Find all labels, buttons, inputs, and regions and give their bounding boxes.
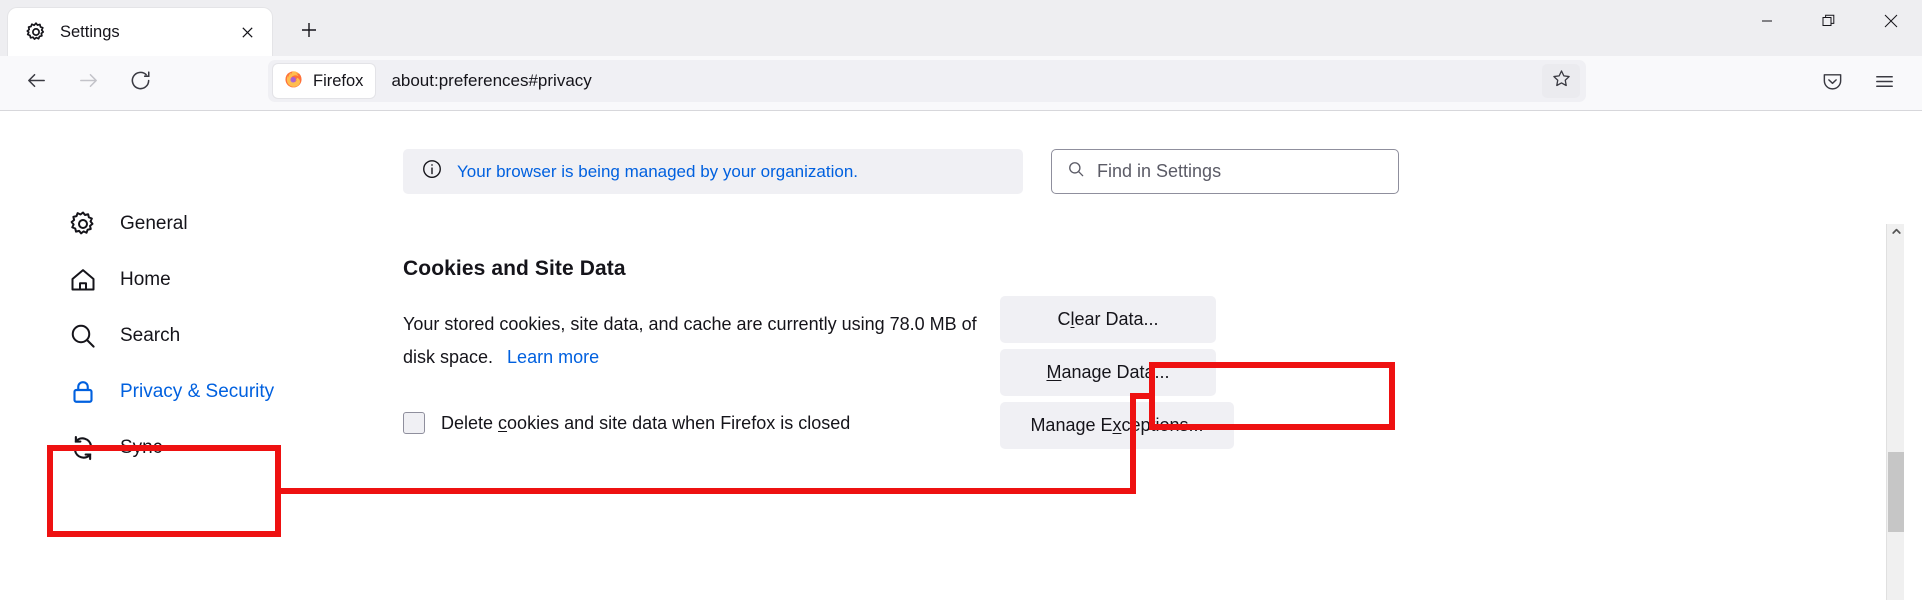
- close-icon: [1884, 14, 1898, 33]
- clear-data-button[interactable]: Clear Data...: [1000, 296, 1216, 343]
- identity-label: Firefox: [313, 72, 363, 91]
- label-suffix: ookies and site data when Firefox is clo…: [507, 413, 850, 433]
- sidebar-item-label: Home: [120, 269, 171, 291]
- pocket-icon: [1821, 70, 1844, 98]
- button-accesskey: x: [1113, 415, 1122, 436]
- button-label-suffix: ceptions...: [1122, 415, 1204, 436]
- learn-more-link[interactable]: Learn more: [507, 347, 599, 367]
- restore-icon: [1822, 14, 1836, 33]
- close-button[interactable]: [1860, 0, 1922, 46]
- button-label-suffix: ear Data...: [1074, 309, 1158, 330]
- sidebar-item-privacy-security[interactable]: Privacy & Security: [60, 364, 340, 420]
- sidebar-item-label: General: [120, 213, 188, 235]
- identity-chip[interactable]: Firefox: [273, 64, 375, 98]
- section-buttons: Clear Data... Manage Data... Manage Exce…: [1000, 296, 1234, 455]
- sidebar-item-home[interactable]: Home: [60, 252, 340, 308]
- bookmark-button[interactable]: [1542, 64, 1580, 98]
- search-placeholder: Find in Settings: [1097, 161, 1221, 182]
- search-input[interactable]: Find in Settings: [1051, 149, 1399, 194]
- restore-button[interactable]: [1798, 0, 1860, 46]
- new-tab-button[interactable]: [288, 11, 330, 53]
- button-label-prefix: Manage E: [1030, 415, 1112, 436]
- forward-arrow-icon: [77, 69, 100, 97]
- app-menu-button[interactable]: [1862, 62, 1906, 106]
- back-button[interactable]: [14, 61, 58, 105]
- button-label-prefix: C: [1057, 309, 1070, 330]
- firefox-logo-icon: [283, 68, 304, 94]
- tab-title: Settings: [60, 23, 232, 42]
- tab-strip: Settings: [0, 0, 330, 56]
- search-icon: [1066, 159, 1086, 184]
- scrollbar-thumb[interactable]: [1888, 452, 1904, 532]
- sidebar-item-label: Sync: [120, 437, 162, 459]
- close-icon[interactable]: [232, 17, 262, 47]
- browser-window: Settings: [0, 0, 1922, 600]
- page-scrollbar[interactable]: [1886, 224, 1904, 600]
- sidebar-item-general[interactable]: General: [60, 196, 340, 252]
- storage-description-text: Your stored cookies, site data, and cach…: [403, 314, 977, 367]
- sidebar-item-label: Search: [120, 325, 180, 347]
- back-arrow-icon: [25, 69, 48, 97]
- plus-icon: [299, 20, 319, 45]
- section-title: Cookies and Site Data: [403, 257, 1133, 281]
- gear-icon: [68, 209, 98, 239]
- info-icon: [421, 158, 443, 185]
- sync-icon: [68, 433, 98, 463]
- tab-settings[interactable]: Settings: [8, 8, 272, 56]
- settings-sidebar: General Home Search: [60, 196, 340, 476]
- reload-icon: [129, 69, 152, 97]
- gear-icon: [24, 20, 48, 44]
- toolbar-right: [1810, 56, 1922, 111]
- url-bar[interactable]: Firefox about:preferences#privacy: [268, 60, 1586, 102]
- manage-data-button[interactable]: Manage Data...: [1000, 349, 1216, 396]
- pocket-button[interactable]: [1810, 62, 1854, 106]
- manage-exceptions-button[interactable]: Manage Exceptions...: [1000, 402, 1234, 449]
- forward-button: [66, 61, 110, 105]
- window-controls: [1736, 0, 1922, 46]
- url-text[interactable]: about:preferences#privacy: [391, 71, 1542, 91]
- sidebar-item-label: Privacy & Security: [120, 381, 274, 403]
- managed-notice-text[interactable]: Your browser is being managed by your or…: [457, 162, 858, 182]
- label-prefix: Delete: [441, 413, 498, 433]
- managed-browser-notice: Your browser is being managed by your or…: [403, 149, 1023, 194]
- delete-cookies-on-close-row[interactable]: Delete cookies and site data when Firefo…: [403, 412, 850, 434]
- lock-icon: [68, 377, 98, 407]
- delete-cookies-checkbox[interactable]: [403, 412, 425, 434]
- title-bar: Settings: [0, 0, 1922, 56]
- hamburger-menu-icon: [1873, 70, 1896, 98]
- label-accesskey: c: [498, 413, 507, 433]
- chevron-up-icon: [1891, 224, 1902, 242]
- delete-cookies-label[interactable]: Delete cookies and site data when Firefo…: [441, 413, 850, 434]
- sidebar-item-search[interactable]: Search: [60, 308, 340, 364]
- button-label-suffix: anage Data...: [1061, 362, 1169, 383]
- star-icon: [1551, 68, 1572, 94]
- sidebar-item-sync[interactable]: Sync: [60, 420, 340, 476]
- button-accesskey: M: [1046, 362, 1061, 383]
- search-icon: [68, 321, 98, 351]
- minimize-button[interactable]: [1736, 0, 1798, 46]
- home-icon: [68, 265, 98, 295]
- scroll-up-button[interactable]: [1887, 224, 1904, 242]
- reload-button[interactable]: [118, 61, 162, 105]
- storage-description: Your stored cookies, site data, and cach…: [403, 308, 1003, 374]
- settings-page: Your browser is being managed by your or…: [0, 112, 1904, 600]
- minimize-icon: [1761, 14, 1773, 32]
